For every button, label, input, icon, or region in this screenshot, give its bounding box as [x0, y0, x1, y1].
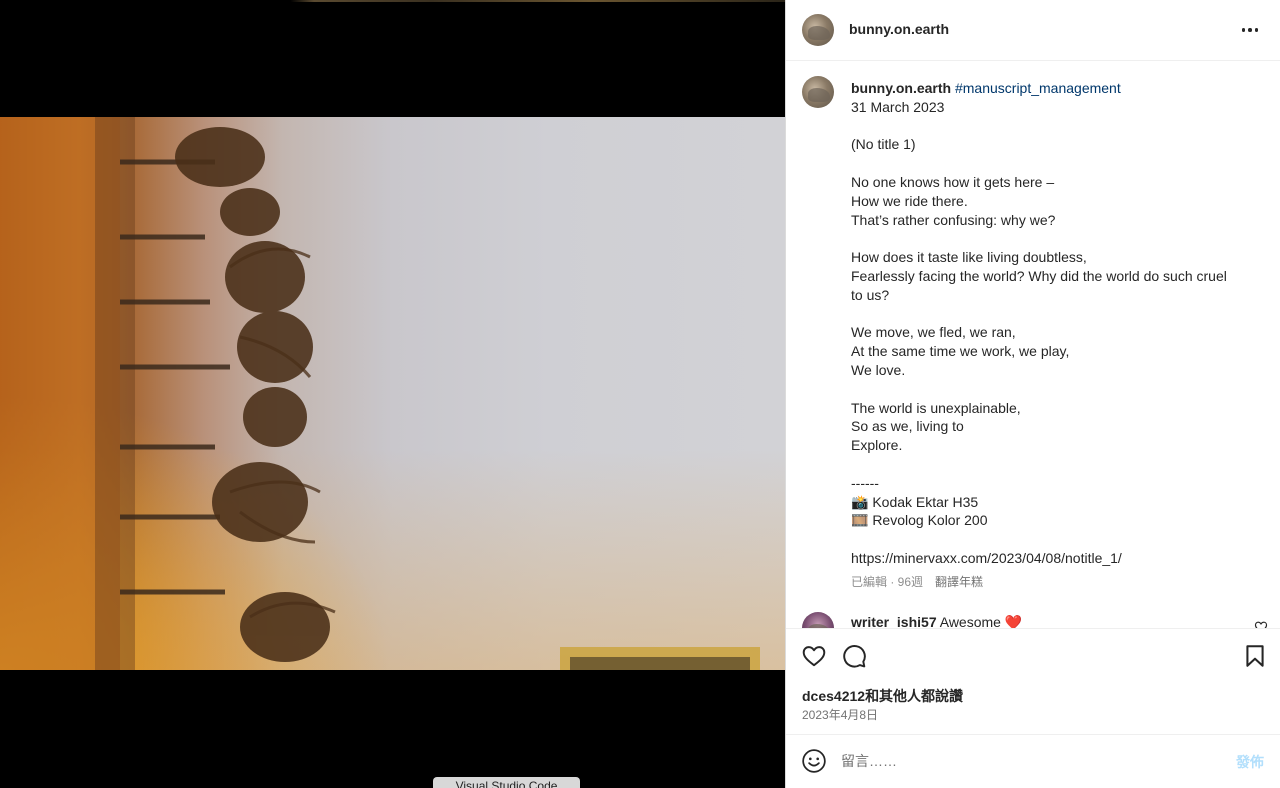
caption-line — [851, 229, 1261, 248]
caption-line: That’s rather confusing: why we? — [851, 211, 1056, 228]
caption-edited-time: 已編輯 · 96週 — [851, 575, 924, 589]
more-options-button[interactable] — [1238, 18, 1262, 42]
comment-like-heart-icon[interactable] — [1254, 620, 1268, 628]
likes-summary[interactable]: dces4212和其他人都說讚 — [802, 686, 963, 706]
bookmark-icon[interactable] — [1242, 643, 1268, 669]
caption-line: We love. — [851, 361, 906, 378]
caption-line: Fearlessly facing the world? Why did the… — [851, 267, 1227, 284]
comments-scroll-area[interactable]: bunny.on.earth #manuscript_management 31… — [786, 61, 1280, 628]
instagram-post-viewer: Visual Studio Code bunny.on.earth bunny.… — [0, 0, 1280, 788]
caption-line: 📸 Kodak Ektar H35 — [851, 493, 979, 510]
caption-line: We move, we fled, we ran, — [851, 324, 1016, 341]
caption-first-line: bunny.on.earth #manuscript_management — [851, 79, 1261, 98]
caption-line: Explore. — [851, 437, 903, 454]
caption-hashtag[interactable]: #manuscript_management — [955, 80, 1121, 96]
caption-line: How does it taste like living doubtless, — [851, 249, 1087, 266]
caption-author[interactable]: bunny.on.earth — [851, 80, 951, 96]
comment-item: writer_ishi57 Awesome ❤️ — [851, 614, 1022, 628]
post-actions: dces4212和其他人都說讚 2023年4月8日 — [786, 628, 1280, 734]
more-icon-dot — [1254, 28, 1259, 32]
caption-line: to us? — [851, 286, 890, 303]
caption-line: ------ — [851, 474, 879, 491]
caption-line — [851, 154, 1261, 173]
more-icon — [1241, 28, 1246, 32]
likes-user[interactable]: dces4212 — [802, 688, 865, 704]
likes-rest[interactable]: 和其他人都說讚 — [865, 688, 963, 704]
caption-line: 🎞️ Revolog Kolor 200 — [851, 512, 988, 529]
caption-line: 31 March 2023 — [851, 98, 945, 115]
post-comment-button[interactable]: 發佈 — [1236, 752, 1264, 772]
comment-author[interactable]: writer_ishi57 — [851, 614, 937, 628]
more-icon-dot — [1248, 28, 1252, 32]
post-caption: bunny.on.earth #manuscript_management 31… — [851, 79, 1261, 568]
caption-line — [851, 380, 1261, 399]
caption-line — [851, 305, 1261, 324]
caption-line: The world is unexplainable, — [851, 399, 1021, 416]
emoji-icon[interactable] — [801, 748, 827, 774]
author-avatar[interactable] — [802, 14, 834, 46]
caption-line[interactable]: https://minervaxx.com/2023/04/08/notitle… — [851, 549, 1261, 568]
translate-button[interactable]: 翻譯年糕 — [935, 575, 983, 589]
post-header: bunny.on.earth — [786, 0, 1280, 61]
commenter-avatar[interactable] — [802, 612, 834, 628]
comment-input[interactable] — [841, 749, 1221, 773]
post-date[interactable]: 2023年4月8日 — [802, 706, 878, 723]
caption-line — [851, 530, 1261, 549]
caption-line: At the same time we work, we play, — [851, 343, 1070, 360]
comment-text: Awesome ❤️ — [939, 614, 1023, 628]
caption-line: No one knows how it gets here – — [851, 173, 1055, 190]
author-username[interactable]: bunny.on.earth — [849, 21, 949, 37]
caption-line: (No title 1) — [851, 136, 916, 153]
background-strip — [0, 0, 785, 2]
caption-body: 31 March 2023 (No title 1) No one knows ho… — [851, 98, 1261, 568]
media-panel: Visual Studio Code — [0, 0, 785, 788]
palm-silhouettes — [0, 117, 760, 670]
post-sidebar: bunny.on.earth bunny.on.earth #manuscrip… — [785, 0, 1280, 788]
caption-author-avatar[interactable] — [802, 76, 834, 108]
post-photo[interactable] — [0, 117, 785, 670]
caption-line: So as we, living to — [851, 418, 964, 435]
heart-icon[interactable] — [801, 643, 827, 669]
caption-meta: 已編輯 · 96週 翻譯年糕 — [851, 573, 983, 590]
caption-line — [851, 455, 1261, 474]
dock-app-label[interactable]: Visual Studio Code — [433, 777, 580, 788]
comment-composer: 發佈 — [786, 734, 1280, 788]
caption-line: How we ride there. — [851, 192, 968, 209]
comment-icon[interactable] — [841, 643, 867, 669]
caption-line — [851, 117, 1261, 136]
